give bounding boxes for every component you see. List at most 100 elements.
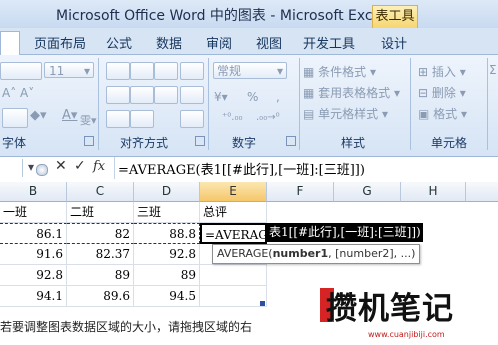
align-top-row bbox=[106, 62, 204, 80]
context-tab-table-tools[interactable]: 表工具 bbox=[372, 5, 418, 29]
cell-c-row2[interactable]: 82.37 bbox=[67, 244, 134, 265]
cell-b-row1[interactable]: 86.1 bbox=[0, 223, 67, 244]
increase-decimal-icon[interactable]: ⁺⁰.₀₀ bbox=[222, 112, 242, 123]
font-name-box[interactable] bbox=[0, 62, 42, 80]
column-header-h[interactable]: H bbox=[401, 182, 466, 202]
window-title: Microsoft Office Word 中的图表 - Microsoft E… bbox=[56, 8, 386, 24]
insert-button[interactable]: ⊞ 插入 ▾ bbox=[418, 63, 466, 80]
currency-icon[interactable]: ¥▾ bbox=[214, 90, 228, 104]
alignment-dialog-launcher-icon[interactable] bbox=[195, 136, 205, 146]
tab-page-layout[interactable]: 页面布局 bbox=[34, 33, 86, 52]
align-left-icon[interactable] bbox=[106, 86, 130, 104]
column-header-b[interactable]: B bbox=[0, 182, 67, 202]
percent-button[interactable]: % bbox=[247, 90, 258, 104]
borders-button[interactable] bbox=[2, 108, 28, 128]
group-separator bbox=[98, 58, 99, 150]
font-color-icon[interactable]: A▾ bbox=[62, 108, 77, 123]
conditional-format-button[interactable]: ▦ 条件格式 ▾ bbox=[303, 63, 376, 80]
column-header-e[interactable]: E bbox=[200, 182, 267, 202]
cancel-icon[interactable]: ✕ bbox=[55, 158, 67, 174]
tab-view[interactable]: 视图 bbox=[256, 33, 282, 52]
formula-input[interactable]: =AVERAGE(表1[[#此行],[一班]:[三班]]) bbox=[118, 159, 365, 178]
function-argument-tooltip[interactable]: AVERAGE(number1, [number2], ...) bbox=[212, 244, 421, 264]
table-header-overall[interactable]: 总评 bbox=[200, 202, 267, 223]
tab-formulas[interactable]: 公式 bbox=[106, 33, 132, 52]
column-header-c[interactable]: C bbox=[67, 182, 134, 202]
insert-label: 插入 bbox=[431, 65, 456, 79]
comma-button[interactable]: , bbox=[276, 90, 280, 104]
tab-home-partial[interactable] bbox=[0, 31, 20, 55]
phonetic-icon[interactable]: 雯▾ bbox=[80, 112, 97, 128]
font-size-value: 11 bbox=[49, 64, 65, 78]
group-label-alignment: 对齐方式 bbox=[120, 136, 169, 150]
align-bottom-icon[interactable] bbox=[154, 62, 178, 80]
group-separator bbox=[487, 58, 488, 150]
align-top-icon[interactable] bbox=[106, 62, 130, 80]
cell-c-row4[interactable]: 89.6 bbox=[67, 286, 134, 307]
name-box[interactable] bbox=[0, 159, 23, 177]
insert-function-button[interactable]: fx bbox=[93, 159, 105, 174]
tab-developer[interactable]: 开发工具 bbox=[303, 33, 355, 52]
watermark-url: www.cuanjibiji.com bbox=[368, 330, 445, 339]
align-right-icon[interactable] bbox=[154, 86, 178, 104]
table-header-class1[interactable]: 一班 bbox=[0, 202, 67, 223]
font-size-box[interactable]: 11 ▾ bbox=[44, 62, 94, 78]
chevron-down-icon: ▾ bbox=[83, 64, 90, 78]
formula-separator bbox=[114, 157, 115, 179]
font-size-grow-icon[interactable]: A˄ A˅ bbox=[2, 86, 34, 100]
decrease-decimal-icon[interactable]: .₀₀→⁰ bbox=[256, 112, 280, 123]
column-header-g[interactable]: G bbox=[334, 182, 401, 202]
group-label-cells: 单元格 bbox=[431, 136, 468, 150]
column-header-d[interactable]: D bbox=[134, 182, 200, 202]
cell-d-row2[interactable]: 92.8 bbox=[134, 244, 200, 265]
column-header-i[interactable] bbox=[466, 182, 498, 202]
table-header-class3[interactable]: 三班 bbox=[134, 202, 200, 223]
conditional-format-label: 条件格式 bbox=[318, 65, 367, 79]
align-bottom-row bbox=[106, 110, 204, 128]
formula-bar-grip-icon bbox=[36, 164, 48, 176]
group-label-number: 数字 bbox=[232, 136, 257, 150]
cell-d-row3[interactable]: 89 bbox=[134, 265, 200, 286]
decrease-indent-icon[interactable] bbox=[106, 110, 130, 128]
cell-d-row1[interactable]: 88.8 bbox=[134, 223, 200, 244]
column-header-f[interactable]: F bbox=[267, 182, 334, 202]
cell-b-row2[interactable]: 91.6 bbox=[0, 244, 67, 265]
cell-c-row1[interactable]: 82 bbox=[67, 223, 134, 244]
tooltip-function-name: AVERAGE( bbox=[217, 247, 273, 260]
orientation-icon[interactable] bbox=[180, 62, 204, 80]
font-dialog-launcher-icon[interactable] bbox=[84, 136, 94, 146]
fill-color-icon[interactable]: ◆▾ bbox=[30, 108, 47, 123]
cell-d-row4[interactable]: 94.5 bbox=[134, 286, 200, 307]
cell-styles-button[interactable]: ▤ 单元格样式 ▾ bbox=[303, 105, 388, 122]
name-box-dropdown-icon[interactable]: ▾ bbox=[28, 160, 34, 174]
group-label-font: 字体 bbox=[2, 136, 27, 150]
wrap-text-icon[interactable] bbox=[180, 86, 204, 104]
align-middle-icon[interactable] bbox=[130, 62, 154, 80]
group-separator bbox=[208, 58, 209, 150]
tab-data[interactable]: 数据 bbox=[156, 33, 182, 52]
number-dialog-launcher-icon[interactable] bbox=[286, 136, 296, 146]
cell-b-row3[interactable]: 92.8 bbox=[0, 265, 67, 286]
number-format-value: 常规 bbox=[217, 64, 242, 78]
tooltip-current-arg: number1 bbox=[272, 247, 329, 260]
table-format-button[interactable]: ▦ 套用表格格式 ▾ bbox=[303, 84, 400, 101]
merge-center-icon[interactable] bbox=[180, 110, 204, 128]
increase-indent-icon[interactable] bbox=[130, 110, 154, 128]
conditional-format-icon: ▦ bbox=[303, 65, 319, 79]
table-header-class2[interactable]: 二班 bbox=[67, 202, 134, 223]
cell-e-row1-active[interactable]: =AVERAGE( bbox=[200, 223, 281, 244]
enter-icon[interactable]: ✓ bbox=[74, 158, 86, 174]
number-format-select[interactable]: 常规 ▾ bbox=[213, 62, 287, 79]
cell-e-row4[interactable] bbox=[200, 286, 267, 307]
chevron-down-icon: ▾ bbox=[276, 64, 283, 78]
tab-design[interactable]: 设计 bbox=[381, 33, 407, 52]
sum-icon[interactable]: Σ bbox=[489, 63, 497, 77]
tab-review[interactable]: 审阅 bbox=[206, 33, 232, 52]
align-center-icon[interactable] bbox=[130, 86, 154, 104]
cell-b-row4[interactable]: 94.1 bbox=[0, 286, 67, 307]
format-button[interactable]: ▣ 格式 ▾ bbox=[418, 105, 467, 122]
delete-button[interactable]: ⊟ 删除 ▾ bbox=[418, 84, 466, 101]
table-resize-handle[interactable] bbox=[260, 301, 265, 306]
cell-c-row3[interactable]: 89 bbox=[67, 265, 134, 286]
cell-e-row3[interactable] bbox=[200, 265, 267, 286]
